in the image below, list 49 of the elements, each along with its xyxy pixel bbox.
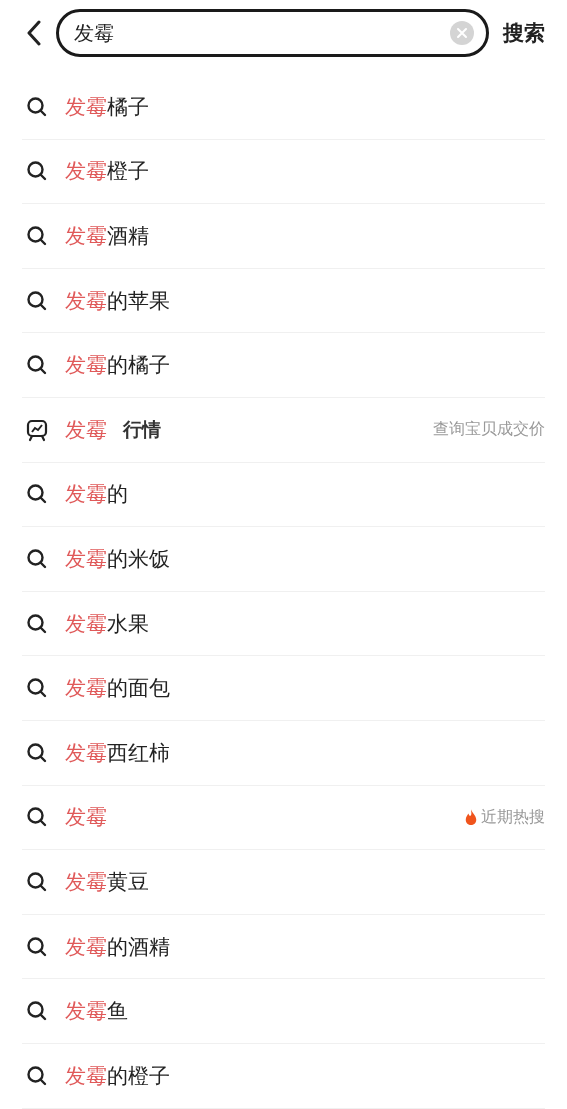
suggestion-item[interactable]: 发霉的 xyxy=(22,462,545,528)
search-icon xyxy=(25,1063,49,1088)
suggestion-text: 发霉 xyxy=(65,416,107,444)
hint-text: 近期热搜 xyxy=(481,806,545,828)
market-label: 行情 xyxy=(123,416,161,442)
chart-screen-icon xyxy=(25,417,49,442)
search-button[interactable]: 搜索 xyxy=(503,19,545,47)
search-icon xyxy=(25,611,49,636)
suggestion-item[interactable]: 发霉水果 xyxy=(22,591,545,657)
search-icon xyxy=(25,934,49,959)
search-icon xyxy=(25,546,49,571)
suggestion-text: 发霉橙子 xyxy=(65,158,149,186)
suggestion-item[interactable]: 发霉橙子 xyxy=(22,139,545,205)
suggestion-text: 发霉的面包 xyxy=(65,675,170,703)
suggestion-text: 发霉的橘子 xyxy=(65,352,170,380)
suggestion-text: 发霉鱼 xyxy=(65,998,128,1026)
suggestion-item[interactable]: 发霉酒精 xyxy=(22,204,545,269)
suggestion-text: 发霉的 xyxy=(65,481,128,509)
search-icon xyxy=(25,94,49,119)
suggestion-text: 发霉酒精 xyxy=(65,223,149,250)
suggestion-item[interactable]: 发霉 近期热搜 xyxy=(22,785,545,851)
back-icon[interactable] xyxy=(26,20,42,46)
suggestion-item[interactable]: 发霉的橘子 xyxy=(22,333,545,398)
suggestion-item[interactable]: 发霉西红柿 xyxy=(22,720,545,786)
search-icon xyxy=(25,740,49,765)
suggestion-text: 发霉 xyxy=(65,804,107,832)
suggestion-item[interactable]: 发霉的橙子 xyxy=(22,1043,545,1109)
search-icon xyxy=(25,224,49,248)
suggestion-item[interactable]: 发霉黄豆 xyxy=(22,850,545,915)
suggestion-text: 发霉的酒精 xyxy=(65,933,170,961)
suggestion-item[interactable]: 发霉的酒精 xyxy=(22,914,545,980)
suggestion-text: 发霉黄豆 xyxy=(65,868,149,896)
flame-icon xyxy=(464,808,478,827)
suggestion-text: 发霉西红柿 xyxy=(65,739,170,767)
suggestion-item[interactable]: 发霉 行情 查询宝贝成交价 xyxy=(22,397,545,463)
suggestion-text: 发霉的橙子 xyxy=(65,1062,170,1090)
suggestion-item[interactable]: 发霉鱼 xyxy=(22,979,545,1044)
suggestion-text: 发霉水果 xyxy=(65,610,149,638)
suggestion-item[interactable]: 发霉的面包 xyxy=(22,656,545,721)
suggestion-item[interactable]: 发霉的米饭 xyxy=(22,527,545,592)
suggestion-item[interactable]: 发霉橘子 xyxy=(22,75,545,140)
hint-text: 查询宝贝成交价 xyxy=(433,419,545,441)
suggestion-item[interactable]: 发霉的苹果 xyxy=(22,268,545,334)
search-icon xyxy=(25,869,49,894)
search-icon xyxy=(25,288,49,313)
suggestion-text: 发霉的米饭 xyxy=(65,545,170,573)
suggestion-text: 发霉橘子 xyxy=(65,93,149,121)
search-field[interactable]: 发霉 xyxy=(56,9,489,57)
suggestion-text: 发霉的苹果 xyxy=(65,287,170,315)
